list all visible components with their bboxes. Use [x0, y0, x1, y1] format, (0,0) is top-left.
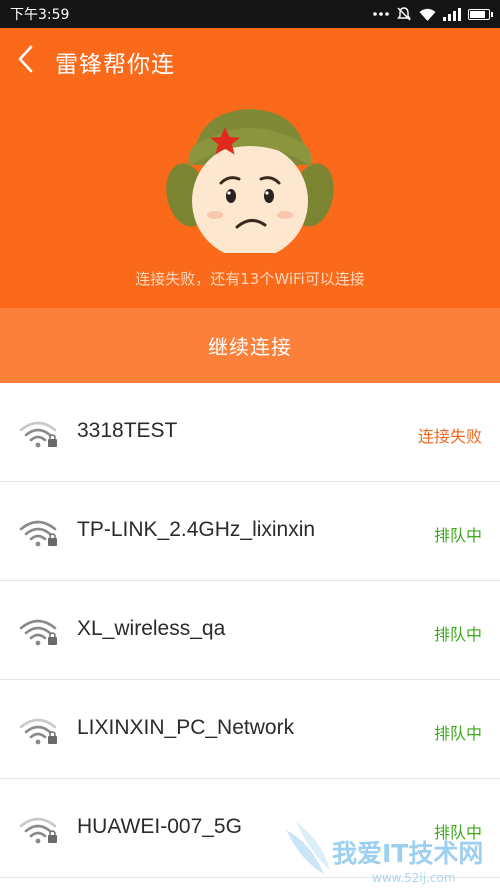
wifi-network-row[interactable]: TP-LINK_2.4GHz_lixinxin 排队中 — [0, 482, 500, 581]
sad-mascot-icon — [166, 109, 334, 253]
mute-icon — [397, 7, 411, 21]
wifi-connection-status: 排队中 — [433, 526, 482, 545]
wifi-connection-status: 排队中 — [433, 625, 482, 644]
page-title: 雷锋帮你连 — [55, 52, 175, 78]
status-bar: 下午3:59 — [0, 0, 500, 28]
more-dots-icon — [373, 12, 389, 16]
wifi-network-row[interactable]: XL_wireless_qa 排队中 — [0, 581, 500, 680]
wifi-lock-icon — [19, 421, 57, 448]
wifi-network-name: XL_wireless_qa — [77, 617, 226, 640]
wifi-signal-icon — [419, 8, 436, 21]
wifi-network-row[interactable]: 3318TEST 连接失败 — [0, 383, 500, 482]
battery-fill — [470, 10, 486, 18]
chevron-left-icon — [18, 45, 33, 73]
header-panel: 雷锋帮你连 连接失败，还有13个WiFi可以连接 — [0, 28, 500, 308]
status-icons — [373, 6, 493, 22]
wifi-network-name: HUAWEI-007_5G — [77, 815, 242, 838]
battery-icon — [468, 8, 493, 20]
wifi-network-row[interactable]: LIXINXIN_PC_Network 排队中 — [0, 680, 500, 779]
wifi-lock-icon — [19, 520, 57, 547]
wifi-network-name: LIXINXIN_PC_Network — [77, 716, 295, 739]
wifi-connection-status: 排队中 — [433, 724, 482, 743]
status-time: 下午3:59 — [10, 7, 70, 23]
wifi-connection-status: 连接失败 — [417, 427, 482, 446]
cell-signal-icon — [443, 7, 461, 21]
wifi-lock-icon — [19, 817, 57, 844]
wifi-lock-icon — [19, 619, 57, 646]
svg-text:我爱IT技术网: 我爱IT技术网 — [332, 839, 483, 868]
wifi-list: 3318TEST 连接失败 TP-LINK_2.4GHz_lixinxin 排队中 XL… — [0, 383, 500, 878]
wifi-network-name: TP-LINK_2.4GHz_lixinxin — [77, 518, 316, 541]
continue-connect-button[interactable]: 继续连接 — [0, 308, 500, 383]
back-button[interactable] — [12, 42, 42, 76]
site-watermark-logo: 我爱IT技术网 www.52ij.com — [286, 822, 483, 885]
wifi-network-name: 3318TEST — [77, 419, 178, 442]
wifi-lock-icon — [19, 718, 57, 745]
svg-text:www.52ij.com: www.52ij.com — [372, 871, 456, 885]
connection-status-message: 连接失败，还有13个WiFi可以连接 — [135, 270, 365, 288]
